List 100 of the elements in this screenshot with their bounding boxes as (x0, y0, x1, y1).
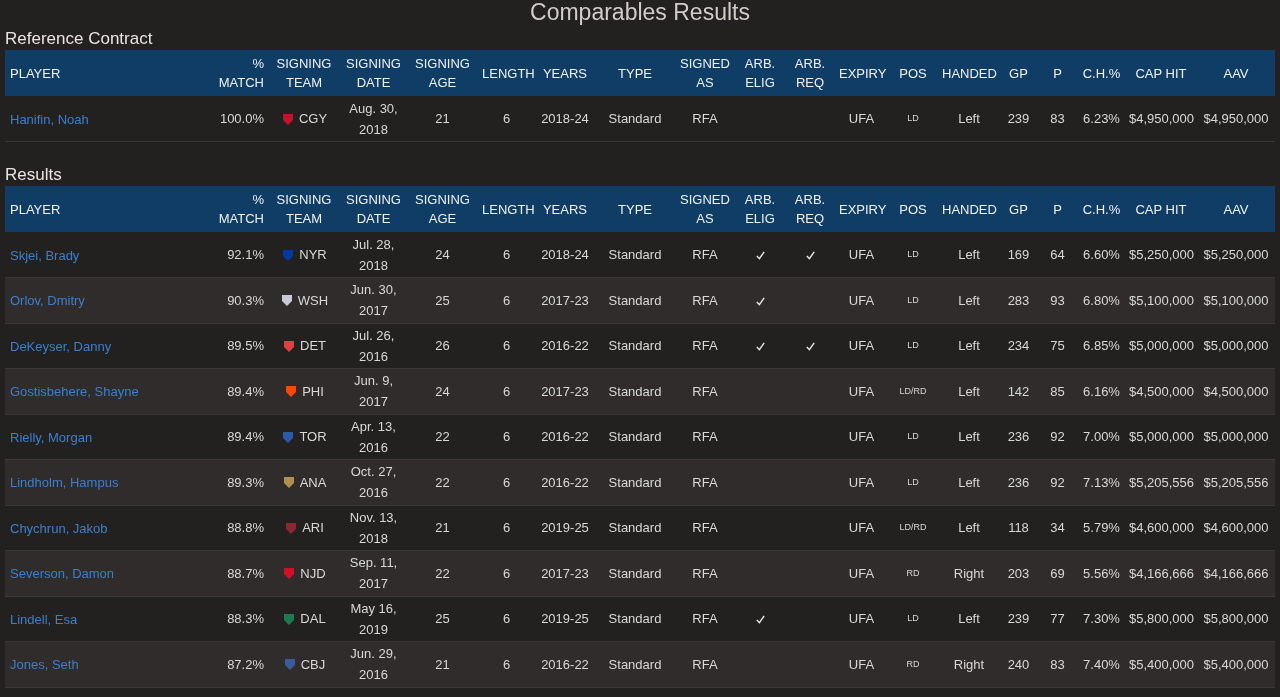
table-cell: 92 (1037, 459, 1078, 505)
table-cell: 6 (478, 550, 535, 596)
column-header: YEARS (535, 50, 595, 96)
table-cell: 25 (407, 277, 478, 323)
table-cell: Standard (595, 505, 675, 551)
table-cell: 24 (407, 368, 478, 414)
team-code: NJD (300, 564, 326, 583)
table-cell: 239 (1000, 96, 1037, 142)
player-link[interactable]: Jones, Seth (10, 657, 79, 673)
column-header: SIGNING DATE (340, 50, 407, 96)
team-code: CBJ (300, 655, 326, 674)
player-link[interactable]: Skjei, Brady (10, 247, 80, 263)
column-header: TYPE (595, 50, 675, 96)
team-code: PHI (302, 382, 324, 401)
column-header: LENGTH (478, 186, 535, 232)
table-cell: 5.79% (1078, 505, 1125, 551)
table-cell: Left (938, 505, 1000, 551)
player-link[interactable]: Lindell, Esa (10, 611, 78, 627)
table-cell: 239 (1000, 596, 1037, 642)
table-cell: UFA (835, 459, 888, 505)
table-cell: 6.60% (1078, 232, 1125, 278)
column-header: % MATCH (210, 186, 268, 232)
table-cell: 6 (478, 414, 535, 460)
table-cell: Standard (595, 550, 675, 596)
table-cell: Standard (595, 459, 675, 505)
table-cell: RFA (675, 414, 735, 460)
table-cell: 142 (1000, 368, 1037, 414)
table-cell: 2016-22 (535, 459, 595, 505)
table-cell: Jul. 26, 2016 (340, 323, 407, 369)
table-cell: 89.4% (210, 414, 268, 460)
table-cell: Standard (595, 596, 675, 642)
table-cell: 24 (407, 232, 478, 278)
table-cell: Jun. 9, 2017 (340, 368, 407, 414)
table-cell: Jul. 28, 2018 (340, 232, 407, 278)
player-link[interactable]: Orlov, Dmitry (10, 293, 85, 309)
table-cell: 2017-23 (535, 550, 595, 596)
column-header: LENGTH (478, 50, 535, 96)
table-cell: $5,000,000 (1197, 323, 1275, 369)
column-header: CAP HIT (1125, 50, 1197, 96)
team-code: WSH (297, 291, 329, 310)
table-cell: $5,205,556 (1125, 459, 1197, 505)
table-cell: $4,500,000 (1125, 368, 1197, 414)
table-cell: Left (938, 232, 1000, 278)
table-cell: 2018-24 (535, 232, 595, 278)
player-link[interactable]: Lindholm, Hampus (10, 475, 119, 491)
table-cell: $5,400,000 (1197, 641, 1275, 687)
team-code: NYR (299, 245, 327, 264)
table-cell: 2017-23 (535, 277, 595, 323)
section-heading: Results (5, 164, 63, 186)
team-code: CGY (298, 109, 328, 128)
table-cell: 87.2% (210, 641, 268, 687)
table-cell: RD (888, 550, 938, 596)
table-cell: Left (938, 368, 1000, 414)
page-title: Comparables Results (529, 0, 751, 25)
column-header: GP (1000, 186, 1037, 232)
table-cell: $5,205,556 (1197, 459, 1275, 505)
table-cell: 236 (1000, 414, 1037, 460)
table-cell: 75 (1037, 323, 1078, 369)
table-cell: 6 (478, 368, 535, 414)
column-header: AAV (1197, 50, 1275, 96)
column-header: YEARS (535, 186, 595, 232)
table-cell: RFA (675, 550, 735, 596)
table-cell: LD (888, 96, 938, 142)
table-cell: LD (888, 596, 938, 642)
table-cell: 7.00% (1078, 414, 1125, 460)
table-cell: Jun. 30, 2017 (340, 277, 407, 323)
table-cell: 69 (1037, 550, 1078, 596)
column-header: ARB. ELIG (735, 50, 785, 96)
player-link[interactable]: DeKeyser, Danny (10, 338, 112, 354)
column-header: P (1037, 50, 1078, 96)
player-link[interactable]: Severson, Damon (10, 566, 115, 582)
table-cell: Jun. 29, 2016 (340, 641, 407, 687)
column-header: SIGNING AGE (407, 50, 478, 96)
team-code: DAL (300, 610, 326, 628)
table-cell: 93 (1037, 277, 1078, 323)
column-header: POS (888, 186, 938, 232)
table-cell: Standard (595, 232, 675, 278)
table-cell: 2019-25 (535, 505, 595, 551)
column-header: HANDED (938, 50, 1000, 96)
table-cell: $4,950,000 (1125, 96, 1197, 142)
column-header: ARB. ELIG (735, 186, 785, 232)
table-cell: Standard (595, 277, 675, 323)
column-header: ARB. REQ (785, 50, 835, 96)
player-link[interactable]: Gostisbehere, Shayne (10, 384, 139, 400)
player-link[interactable]: Chychrun, Jakob (10, 520, 108, 536)
table-cell: $5,000,000 (1125, 414, 1197, 460)
player-link[interactable]: Hanifin, Noah (10, 111, 89, 127)
table-cell: UFA (835, 550, 888, 596)
table-cell: RD (888, 641, 938, 687)
table-cell: $4,600,000 (1125, 505, 1197, 551)
table-cell: 25 (407, 596, 478, 642)
player-link[interactable]: Rielly, Morgan (10, 429, 93, 445)
table-cell: UFA (835, 323, 888, 369)
column-header: POS (888, 50, 938, 96)
column-header: PLAYER (5, 186, 210, 232)
table-cell: UFA (835, 641, 888, 687)
table-cell: 6 (478, 596, 535, 642)
table-cell: $5,000,000 (1125, 323, 1197, 369)
table-cell: 26 (407, 323, 478, 369)
table-cell: 21 (407, 641, 478, 687)
